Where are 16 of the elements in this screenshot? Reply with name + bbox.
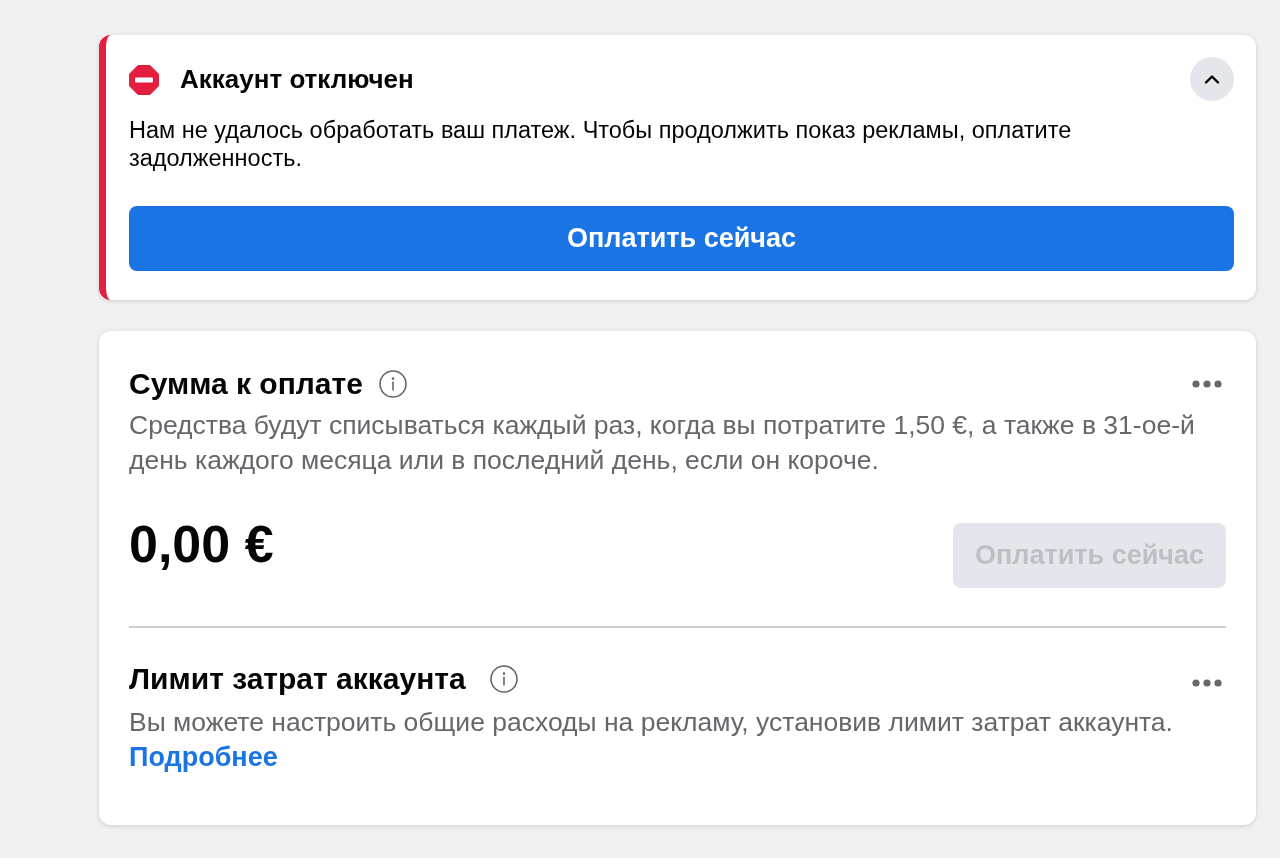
caret-icon [1204,74,1220,84]
amount-due: 0,00 € [129,514,274,574]
more-options-icon[interactable] [1192,380,1222,388]
section-description: Средства будут списываться каждый раз, когда вы потратите 1,50 €, а также в 31-ое-й день каждого месяца или в последний день, если он короче. [129,409,1196,477]
alert-title: Аккаунт отключен [180,64,414,94]
pay-now-button[interactable]: Оплатить сейчас [129,206,1234,271]
section-description: Вы можете настроить общие расходы на рекламу, установив лимит затрат аккаунта. [129,706,1174,739]
more-options-icon[interactable] [1192,679,1222,687]
section-title: Сумма к оплате [129,367,363,401]
info-icon[interactable] [489,665,518,693]
collapse-button[interactable] [1190,57,1234,101]
info-icon[interactable] [378,370,407,398]
alert-message: Нам не удалось обработать ваш платеж. Чтобы продолжить показ рекламы, оплатите задолженность. [129,116,1073,172]
learn-more-link[interactable]: Подробнее [129,740,278,775]
section-title: Лимит затрат аккаунта [129,662,466,696]
stop-sign-icon [129,65,159,95]
